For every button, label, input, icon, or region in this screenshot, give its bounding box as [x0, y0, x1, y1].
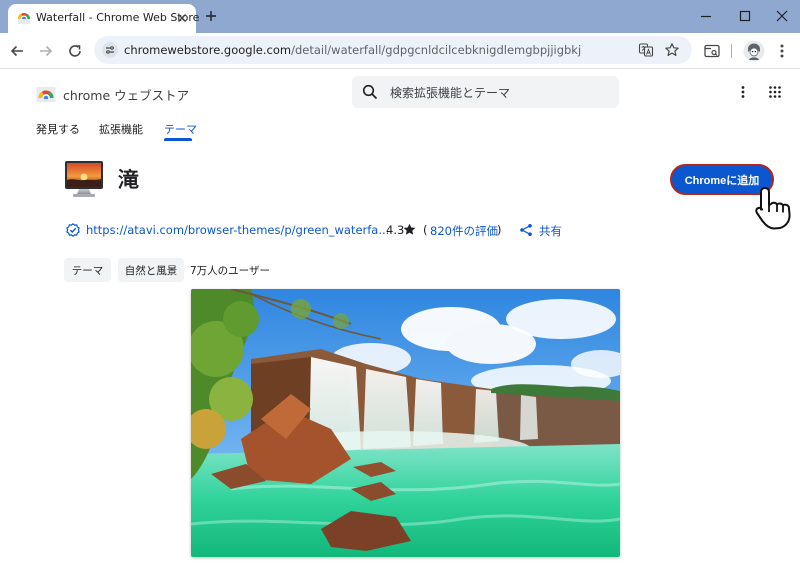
theme-preview-image [191, 289, 620, 557]
minimize-icon[interactable] [698, 8, 714, 24]
rating-value: 4.3 [386, 223, 405, 237]
chrome-web-store-logo-icon[interactable] [36, 84, 56, 102]
developer-site-link[interactable]: https://atavi.com/browser-themes/p/green… [86, 223, 389, 237]
url-host: chromewebstore.google.com [124, 43, 292, 57]
browser-window: Waterfall - Chrome Web Store chromewebst… [0, 0, 800, 576]
toolbar-divider [731, 44, 732, 58]
share-label[interactable]: 共有 [539, 223, 562, 239]
forward-icon[interactable] [37, 42, 55, 60]
maximize-icon[interactable] [737, 8, 753, 24]
store-name[interactable]: chrome ウェブストア [63, 85, 189, 104]
rating-star-icon [403, 223, 416, 235]
bookmark-star-icon[interactable] [664, 42, 680, 58]
tab-themes[interactable]: テーマ [164, 121, 197, 137]
browser-toolbar: chromewebstore.google.com/detail/waterfa… [0, 33, 800, 69]
tab-strip: Waterfall - Chrome Web Store [0, 0, 800, 33]
tab-title: Waterfall - Chrome Web Store [36, 11, 200, 24]
reload-icon[interactable] [66, 42, 84, 60]
close-window-icon[interactable] [774, 8, 790, 24]
reviews-link[interactable]: 820件の評価 [430, 223, 498, 239]
chrome-web-store-favicon-icon [17, 13, 31, 24]
tab-waterfall[interactable]: Waterfall - Chrome Web Store [8, 4, 200, 33]
tab-extensions[interactable]: 拡張機能 [99, 121, 143, 137]
tab-search-icon[interactable] [703, 42, 721, 60]
new-tab-icon[interactable] [203, 8, 219, 24]
users-count: 7万人のユーザー [190, 265, 270, 277]
category-chip-nature[interactable]: 自然と風景 [118, 258, 184, 282]
site-info-icon[interactable] [102, 42, 118, 58]
theme-monitor-icon [65, 161, 103, 197]
category-chip-theme[interactable]: テーマ [64, 258, 111, 282]
more-options-icon[interactable] [736, 85, 750, 99]
tab-discover[interactable]: 発見する [36, 121, 80, 137]
review-open-paren: ( [423, 223, 428, 237]
translate-icon[interactable] [638, 42, 654, 58]
waterfall-scene [191, 289, 620, 557]
active-tab-indicator [164, 138, 192, 141]
item-title: 滝 [118, 168, 139, 192]
share-icon[interactable] [519, 223, 533, 237]
url-text[interactable]: chromewebstore.google.com/detail/waterfa… [124, 43, 581, 57]
address-bar[interactable]: chromewebstore.google.com/detail/waterfa… [94, 36, 692, 64]
review-close-paren: ) [497, 223, 502, 237]
profile-avatar-icon[interactable] [743, 40, 765, 62]
hand-pointer-cursor-icon [755, 187, 791, 230]
verified-badge-icon [66, 223, 80, 237]
search-placeholder: 検索拡張機能とテーマ [390, 86, 511, 100]
search-icon [362, 84, 378, 100]
store-search-box[interactable]: 検索拡張機能とテーマ [352, 76, 619, 108]
close-tab-icon[interactable] [176, 12, 188, 24]
back-icon[interactable] [8, 42, 26, 60]
url-path: /detail/waterfall/gdpgcnldcilcebknigdlem… [291, 43, 582, 57]
browser-menu-icon[interactable] [773, 42, 791, 60]
apps-grid-icon[interactable] [768, 85, 782, 99]
